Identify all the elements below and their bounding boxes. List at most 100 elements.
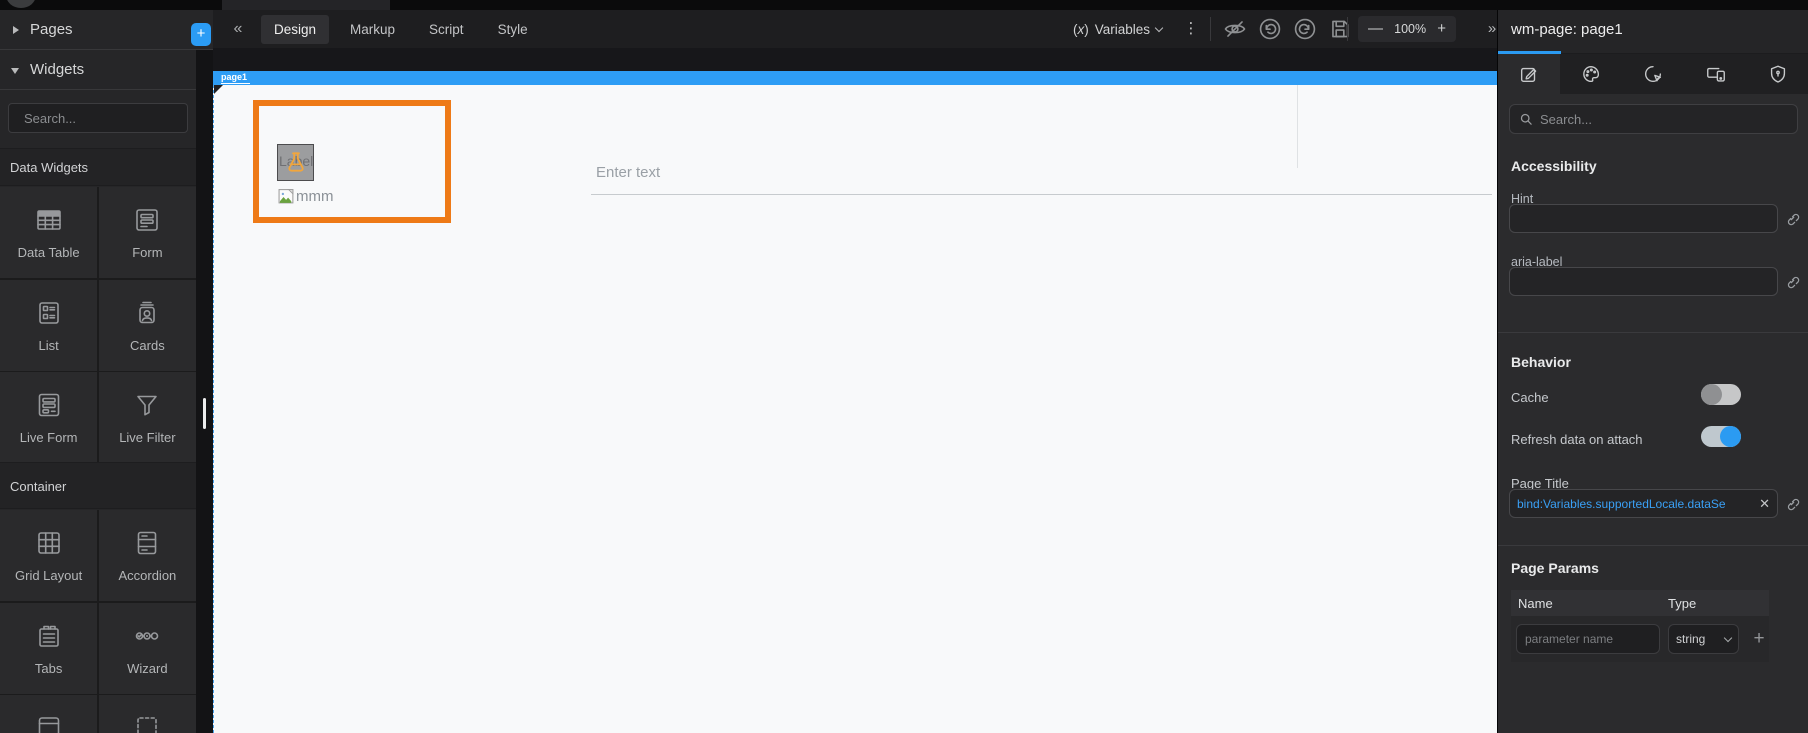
inspector-tab-security[interactable] — [1747, 54, 1808, 94]
section-divider — [1498, 332, 1808, 333]
form-icon — [136, 209, 159, 231]
live-form-icon — [38, 393, 59, 417]
list-icon — [38, 301, 59, 324]
page-params-heading: Page Params — [1511, 560, 1599, 576]
widget-tile-wizard[interactable]: Wizard — [98, 602, 196, 694]
page-tab[interactable]: page1 — [221, 72, 251, 84]
param-name-input[interactable] — [1516, 624, 1660, 654]
page-title-bind-input[interactable]: bind:Variables.supportedLocale.dataSe ✕ — [1509, 489, 1778, 518]
widget-tile-list[interactable]: List — [0, 279, 98, 371]
param-type-select[interactable]: string — [1668, 624, 1739, 654]
panel-icon — [38, 717, 59, 733]
data-widgets-header: Data Widgets — [0, 148, 196, 186]
label-widget[interactable]: Label — [277, 144, 314, 181]
inspector-tab-events[interactable] — [1622, 54, 1684, 94]
variables-dropdown[interactable]: (x) Variables — [1073, 10, 1164, 48]
chevron-down-icon — [1723, 633, 1733, 642]
page-surface[interactable]: Label mmm — [213, 85, 1497, 733]
wizard-icon — [136, 631, 159, 640]
widget-tile-container[interactable] — [98, 695, 196, 733]
container-widgets-grid: Grid Layout Accordion Tabs Wizard — [0, 510, 196, 733]
cache-toggle[interactable] — [1701, 384, 1741, 405]
col-header-type: Type — [1668, 595, 1697, 611]
widget-search-input[interactable] — [24, 110, 200, 126]
tab-markup[interactable]: Markup — [337, 15, 408, 44]
inspector-header: wm-page: page1 — [1498, 10, 1808, 54]
widget-tile-cards[interactable]: Cards — [98, 279, 196, 371]
tabs-icon — [38, 625, 59, 647]
page-params-table: Name Type string + — [1511, 590, 1769, 662]
inspector-search-input[interactable] — [1540, 111, 1788, 127]
collapse-sidebar-button[interactable]: « — [225, 10, 251, 48]
picture-widget[interactable]: mmm — [278, 188, 334, 205]
zoom-level: 100% — [1394, 22, 1427, 36]
add-page-button[interactable]: + — [191, 23, 211, 46]
bind-link-icon[interactable] — [1784, 210, 1801, 227]
flask-icon — [288, 152, 304, 172]
section-divider — [1498, 545, 1808, 546]
corner-fold — [214, 85, 223, 94]
data-widgets-grid: Data Table Form List Cards Live Form Liv… — [0, 187, 196, 463]
image-alt-text: mmm — [296, 188, 334, 205]
accessibility-heading: Accessibility — [1511, 158, 1597, 174]
refresh-data-toggle[interactable] — [1701, 426, 1741, 447]
cards-icon — [139, 301, 156, 323]
grid-layout-icon — [37, 532, 60, 554]
widgets-label: Widgets — [30, 61, 85, 78]
avatar — [6, 0, 36, 8]
clear-bind-icon[interactable]: ✕ — [1759, 496, 1770, 512]
widget-tile-data-table[interactable]: Data Table — [0, 187, 98, 278]
zoom-out-button[interactable]: — — [1368, 16, 1383, 42]
toggle-knob — [1720, 426, 1741, 447]
more-options-button[interactable]: ⋮ — [1181, 10, 1201, 46]
preview-eye-off-button[interactable] — [1222, 16, 1248, 42]
bind-link-icon[interactable] — [1784, 273, 1801, 290]
redo-button[interactable] — [1292, 16, 1318, 42]
pages-section-header[interactable]: Pages + — [0, 10, 213, 50]
widget-tile-form[interactable]: Form — [98, 187, 196, 278]
bind-expression: bind:Variables.supportedLocale.dataSe — [1517, 496, 1726, 511]
top-toolbar: « Design Markup Script Style (x) Variabl… — [213, 10, 1497, 48]
widget-tile-tabs[interactable]: Tabs — [0, 602, 98, 694]
zoom-in-button[interactable]: + — [1437, 16, 1446, 42]
inspector-title: wm-page: page1 — [1511, 21, 1623, 38]
widget-tile-panel[interactable] — [0, 695, 98, 733]
edit-pencil-icon — [1521, 67, 1537, 83]
widget-search — [8, 103, 200, 133]
bind-link-icon[interactable] — [1784, 495, 1801, 512]
shield-pin-icon — [1770, 65, 1785, 83]
hint-input[interactable] — [1509, 204, 1778, 233]
pages-label: Pages — [30, 21, 73, 38]
property-inspector: wm-page: page1 Search... Accessibility H… — [1497, 10, 1808, 733]
devices-icon — [1706, 67, 1725, 82]
tab-script[interactable]: Script — [416, 15, 477, 44]
inspector-tab-properties[interactable] — [1498, 54, 1561, 94]
sidebar-scrollbar-thumb[interactable] — [203, 398, 206, 429]
inspector-tabbar — [1498, 54, 1808, 94]
widget-tile-accordion[interactable]: Accordion — [98, 510, 196, 601]
top-tab-remnant — [222, 0, 390, 10]
top-strip — [0, 0, 1808, 10]
text-widget-input[interactable] — [591, 157, 1492, 195]
accordion-icon — [138, 531, 157, 555]
tab-design[interactable]: Design — [261, 14, 330, 44]
left-sidebar: Pages + Widgets Data Widgets Data Table — [0, 10, 213, 733]
widget-tile-live-form[interactable]: Live Form — [0, 372, 98, 463]
aria-label-input[interactable] — [1509, 267, 1778, 296]
toggle-knob — [1701, 384, 1722, 405]
widgets-section-header[interactable]: Widgets — [0, 50, 196, 90]
widget-tile-grid-layout[interactable]: Grid Layout — [0, 510, 98, 601]
tab-style[interactable]: Style — [485, 15, 541, 44]
widget-tile-live-filter[interactable]: Live Filter — [98, 372, 196, 463]
undo-button[interactable] — [1257, 16, 1283, 42]
cache-label: Cache — [1511, 390, 1549, 405]
search-icon — [1520, 113, 1532, 125]
add-param-button[interactable]: + — [1747, 626, 1771, 652]
save-button[interactable] — [1327, 16, 1353, 42]
design-canvas: page1 Label mmm — [213, 48, 1497, 733]
zoom-control: — 100% + — [1358, 16, 1456, 42]
chevron-down-icon — [11, 68, 19, 74]
inspector-tab-styles[interactable] — [1560, 54, 1622, 94]
container-icon — [137, 717, 158, 733]
inspector-tab-devices[interactable] — [1685, 54, 1747, 94]
